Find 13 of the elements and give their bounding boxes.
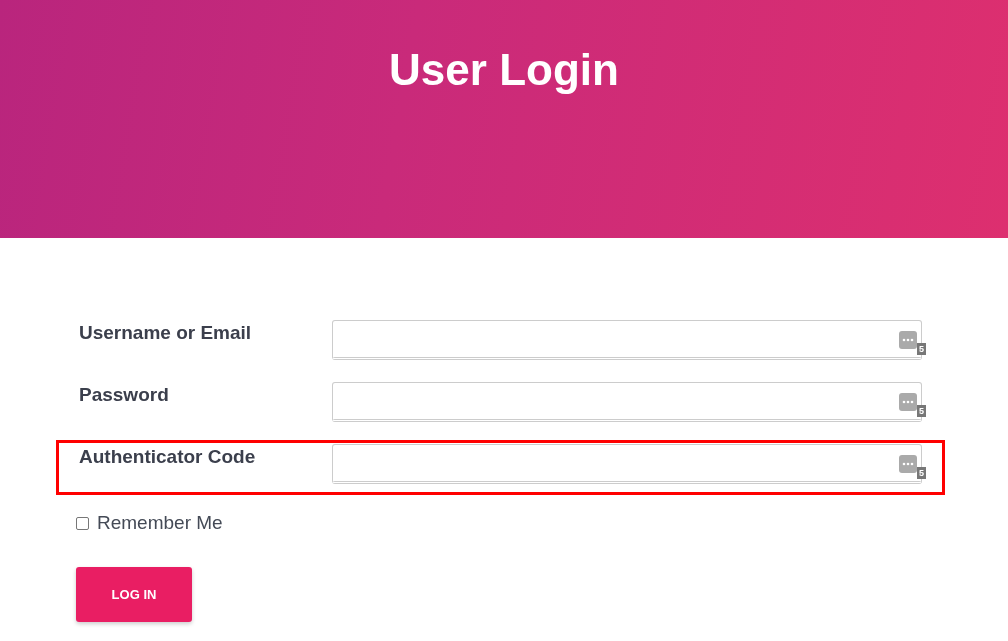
password-manager-icon[interactable]	[899, 331, 917, 349]
field-label: Password	[79, 384, 170, 406]
checkbox[interactable]	[76, 516, 89, 530]
field-label: Authenticator Code	[79, 446, 257, 468]
count-badge: 5	[917, 467, 926, 479]
field-label: Username or Email	[79, 322, 253, 344]
password-manager-icon[interactable]	[899, 393, 917, 411]
password-manager-icon[interactable]	[899, 455, 917, 473]
count-badge: 5	[917, 405, 926, 417]
checkbox-label: Remember Me	[97, 512, 223, 534]
login-button[interactable]: LOG IN	[76, 567, 192, 622]
count-badge: 5	[917, 343, 926, 355]
page-title: User Login	[389, 44, 619, 96]
